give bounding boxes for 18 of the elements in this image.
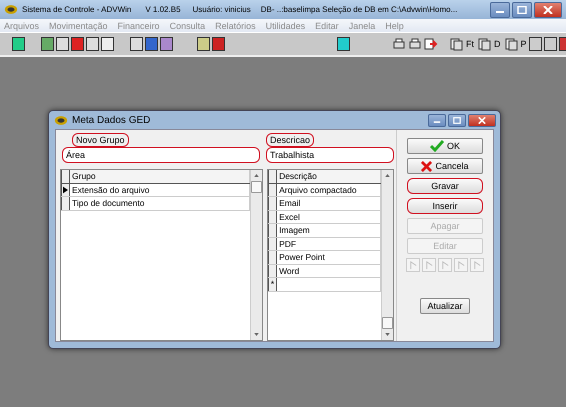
column-header[interactable]: Descrição [277, 170, 381, 182]
action-button[interactable]: Inserir [407, 198, 483, 214]
column-header[interactable]: Grupo [70, 170, 250, 182]
toolbar-label: Ft [466, 39, 474, 49]
input-field[interactable]: Trabalhista [266, 147, 394, 163]
new-row-marker: * [268, 278, 278, 290]
cancel-button[interactable]: Cancela [407, 158, 483, 174]
ok-button[interactable]: OK [407, 138, 483, 154]
window-title: Sistema de Controle - ADVWin [22, 5, 132, 14]
toolbar-label: P [520, 39, 527, 49]
version-text: V 1.02.B5 [145, 5, 181, 14]
user-text: Usuário: vinicius [192, 5, 251, 14]
dialog-title: Meta Dados GED [72, 114, 150, 126]
input-field[interactable]: Área [62, 147, 260, 163]
toolbar-label: D [494, 39, 500, 49]
database-text: DB- ..:baselimpa Seleção de DB em C:\Advwin\Homo... [260, 5, 458, 14]
refresh-button[interactable]: Atualizar [420, 298, 470, 314]
action-button[interactable]: Gravar [407, 178, 483, 194]
